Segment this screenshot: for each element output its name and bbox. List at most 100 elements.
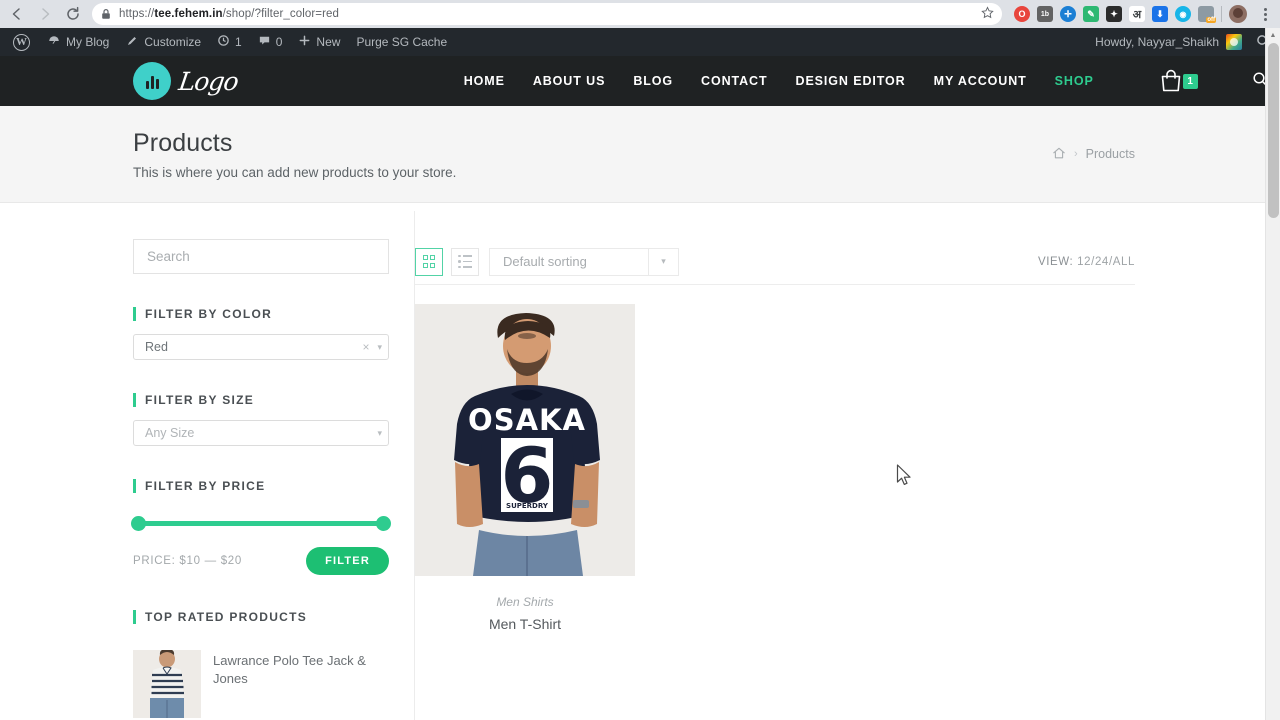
nav-item-my-account[interactable]: MY ACCOUNT xyxy=(934,74,1027,88)
reload-icon[interactable] xyxy=(60,1,86,27)
site-header: Logo HOME ABOUT US BLOG CONTACT DESIGN E… xyxy=(0,56,1280,106)
page-content: Search FILTER BY COLOR Red × ▾ FILTER BY… xyxy=(0,203,1280,720)
view-option-24[interactable]: 24 xyxy=(1095,256,1109,268)
clear-color-filter-icon[interactable]: × xyxy=(362,340,369,354)
tb-extension-icon[interactable]: 1b xyxy=(1037,6,1053,22)
page-hero: Products This is where you can add new p… xyxy=(0,106,1280,203)
slider-handle-min[interactable] xyxy=(131,516,146,531)
adminbar-right: Howdy, Nayyar_Shaikh xyxy=(1095,34,1276,51)
howdy-greeting[interactable]: Howdy, Nayyar_Shaikh xyxy=(1095,35,1219,49)
nav-item-shop[interactable]: SHOP xyxy=(1055,74,1094,88)
svg-text:SUPERDRY: SUPERDRY xyxy=(506,502,549,510)
adminbar-item-new[interactable]: New xyxy=(290,28,348,56)
pocket-extension-icon[interactable]: ◉ xyxy=(1175,6,1191,22)
adminbar-label: 0 xyxy=(275,35,283,49)
adminbar-item-updates[interactable]: 1 xyxy=(209,28,250,56)
hindi-translate-extension-icon[interactable]: अ xyxy=(1129,6,1145,22)
price-range-label: PRICE: $10 — $20 xyxy=(133,555,243,567)
cart-button[interactable]: 1 xyxy=(1157,67,1198,95)
back-arrow-icon[interactable] xyxy=(4,1,30,27)
adminbar-item-customize[interactable]: Customize xyxy=(117,28,209,56)
filter-button[interactable]: FILTER xyxy=(306,547,389,575)
page-subtitle: This is where you can add new products t… xyxy=(133,164,457,180)
address-bar[interactable]: https://tee.fehem.in/shop/?filter_color=… xyxy=(92,3,1002,25)
nav-item-about-us[interactable]: ABOUT US xyxy=(533,74,605,88)
color-filter-select[interactable]: Red × ▾ xyxy=(133,334,389,360)
sorting-dropdown[interactable]: Default sorting ▾ xyxy=(489,247,679,276)
shop-toolbar: Default sorting ▾ VIEW: 12/24/ALL xyxy=(415,239,1135,285)
site-logo[interactable]: Logo xyxy=(133,62,240,100)
wordpress-logo-icon[interactable]: W xyxy=(4,28,39,56)
slider-fill xyxy=(136,521,386,526)
download-manager-extension-icon[interactable]: ⬇ xyxy=(1152,6,1168,22)
adminbar-label: Customize xyxy=(144,35,202,49)
adminbar-label: My Blog xyxy=(66,35,110,49)
forward-arrow-icon[interactable] xyxy=(32,1,58,27)
size-filter-select[interactable]: Any Size ▾ xyxy=(133,420,389,446)
chevron-down-icon: ▾ xyxy=(648,248,678,275)
avatar[interactable] xyxy=(1226,34,1242,50)
breadcrumb-current: Products xyxy=(1085,147,1135,161)
opera-gx-extension-icon[interactable]: O xyxy=(1014,6,1030,22)
compass-extension-icon[interactable]: ✛ xyxy=(1060,6,1076,22)
filter-by-size-heading: FILTER BY SIZE xyxy=(133,393,389,407)
scroll-up-arrow-icon[interactable]: ▲ xyxy=(1266,28,1280,43)
page-scrollbar[interactable]: ▲ xyxy=(1265,28,1280,720)
list-view-icon[interactable] xyxy=(451,247,479,276)
nav-item-home[interactable]: HOME xyxy=(464,74,505,88)
home-icon[interactable] xyxy=(1052,146,1066,163)
product-category[interactable]: Men Shirts xyxy=(415,595,635,609)
list-item[interactable]: Lawrance Polo Tee Jack & Jones xyxy=(133,637,389,720)
adminbar-label: Purge SG Cache xyxy=(356,35,448,49)
search-placeholder: Search xyxy=(147,249,190,264)
bookmark-star-icon[interactable] xyxy=(981,6,994,22)
profile-avatar-icon[interactable] xyxy=(1229,5,1247,23)
product-grid: OSAKA 6 SUPERDRY Men Shirts Men T-Shirt xyxy=(415,285,1135,632)
search-input[interactable]: Search xyxy=(133,239,389,274)
filter-by-color-heading: FILTER BY COLOR xyxy=(133,307,389,321)
view-count-switcher: VIEW: 12/24/ALL xyxy=(1038,256,1135,268)
comment-icon xyxy=(258,34,271,50)
product-card[interactable]: OSAKA 6 SUPERDRY Men Shirts Men T-Shirt xyxy=(415,304,635,632)
view-option-12[interactable]: 12 xyxy=(1077,256,1091,268)
top-rated-products-heading: TOP RATED PRODUCTS xyxy=(133,610,389,624)
slider-handle-max[interactable] xyxy=(376,516,391,531)
price-range-slider[interactable] xyxy=(131,506,391,536)
adminbar-item-purge-sg-cache[interactable]: Purge SG Cache xyxy=(348,28,455,56)
scrollbar-thumb[interactable] xyxy=(1268,43,1279,218)
cart-count-badge: 1 xyxy=(1182,73,1198,89)
adblock-off-extension-icon[interactable]: off xyxy=(1198,6,1216,23)
toolbar-divider xyxy=(1221,6,1222,22)
shop-main: Default sorting ▾ VIEW: 12/24/ALL OSAKA … xyxy=(389,239,1135,720)
paintbrush-icon xyxy=(125,34,139,51)
grid-view-icon[interactable] xyxy=(415,247,443,276)
adminbar-item-comments[interactable]: 0 xyxy=(250,28,291,56)
list-item-label: Lawrance Polo Tee Jack & Jones xyxy=(213,653,366,687)
osaka-6-navy-tshirt-male-model[interactable]: OSAKA 6 SUPERDRY xyxy=(415,304,635,576)
three-dot-menu-icon[interactable] xyxy=(1256,7,1274,21)
view-option-all[interactable]: ALL xyxy=(1113,256,1135,268)
browser-toolbar: https://tee.fehem.in/shop/?filter_color=… xyxy=(0,0,1280,28)
wordpress-admin-bar: W My Blog Customize 1 0 New Purge SG Cac… xyxy=(0,28,1280,56)
product-title[interactable]: Men T-Shirt xyxy=(415,616,635,632)
bar-chart-logo-icon xyxy=(133,62,171,100)
screen-root: https://tee.fehem.in/shop/?filter_color=… xyxy=(0,0,1280,720)
adminbar-label: New xyxy=(316,35,341,49)
extension-icons: O 1b ✛ ✎ ✦ अ ⬇ ◉ off xyxy=(1009,5,1274,23)
striped-polo-shirt-thumb xyxy=(133,650,201,718)
nav-item-blog[interactable]: BLOG xyxy=(633,74,673,88)
plus-icon xyxy=(298,34,311,50)
color-filter-value: Red xyxy=(145,340,168,354)
sorting-value: Default sorting xyxy=(503,254,587,269)
price-row: PRICE: $10 — $20 FILTER xyxy=(133,547,389,575)
shop-sidebar: Search FILTER BY COLOR Red × ▾ FILTER BY… xyxy=(131,239,391,720)
breadcrumb-separator: › xyxy=(1073,148,1078,160)
primary-navigation: HOME ABOUT US BLOG CONTACT DESIGN EDITOR… xyxy=(464,67,1268,95)
nav-item-contact[interactable]: CONTACT xyxy=(701,74,767,88)
nav-item-design-editor[interactable]: DESIGN EDITOR xyxy=(796,74,906,88)
eyedropper-extension-icon[interactable]: ✎ xyxy=(1083,6,1099,22)
dark-bird-extension-icon[interactable]: ✦ xyxy=(1106,6,1122,22)
adminbar-item-my-blog[interactable]: My Blog xyxy=(39,28,117,56)
breadcrumb: › Products xyxy=(1052,146,1135,163)
size-filter-value: Any Size xyxy=(145,426,195,440)
